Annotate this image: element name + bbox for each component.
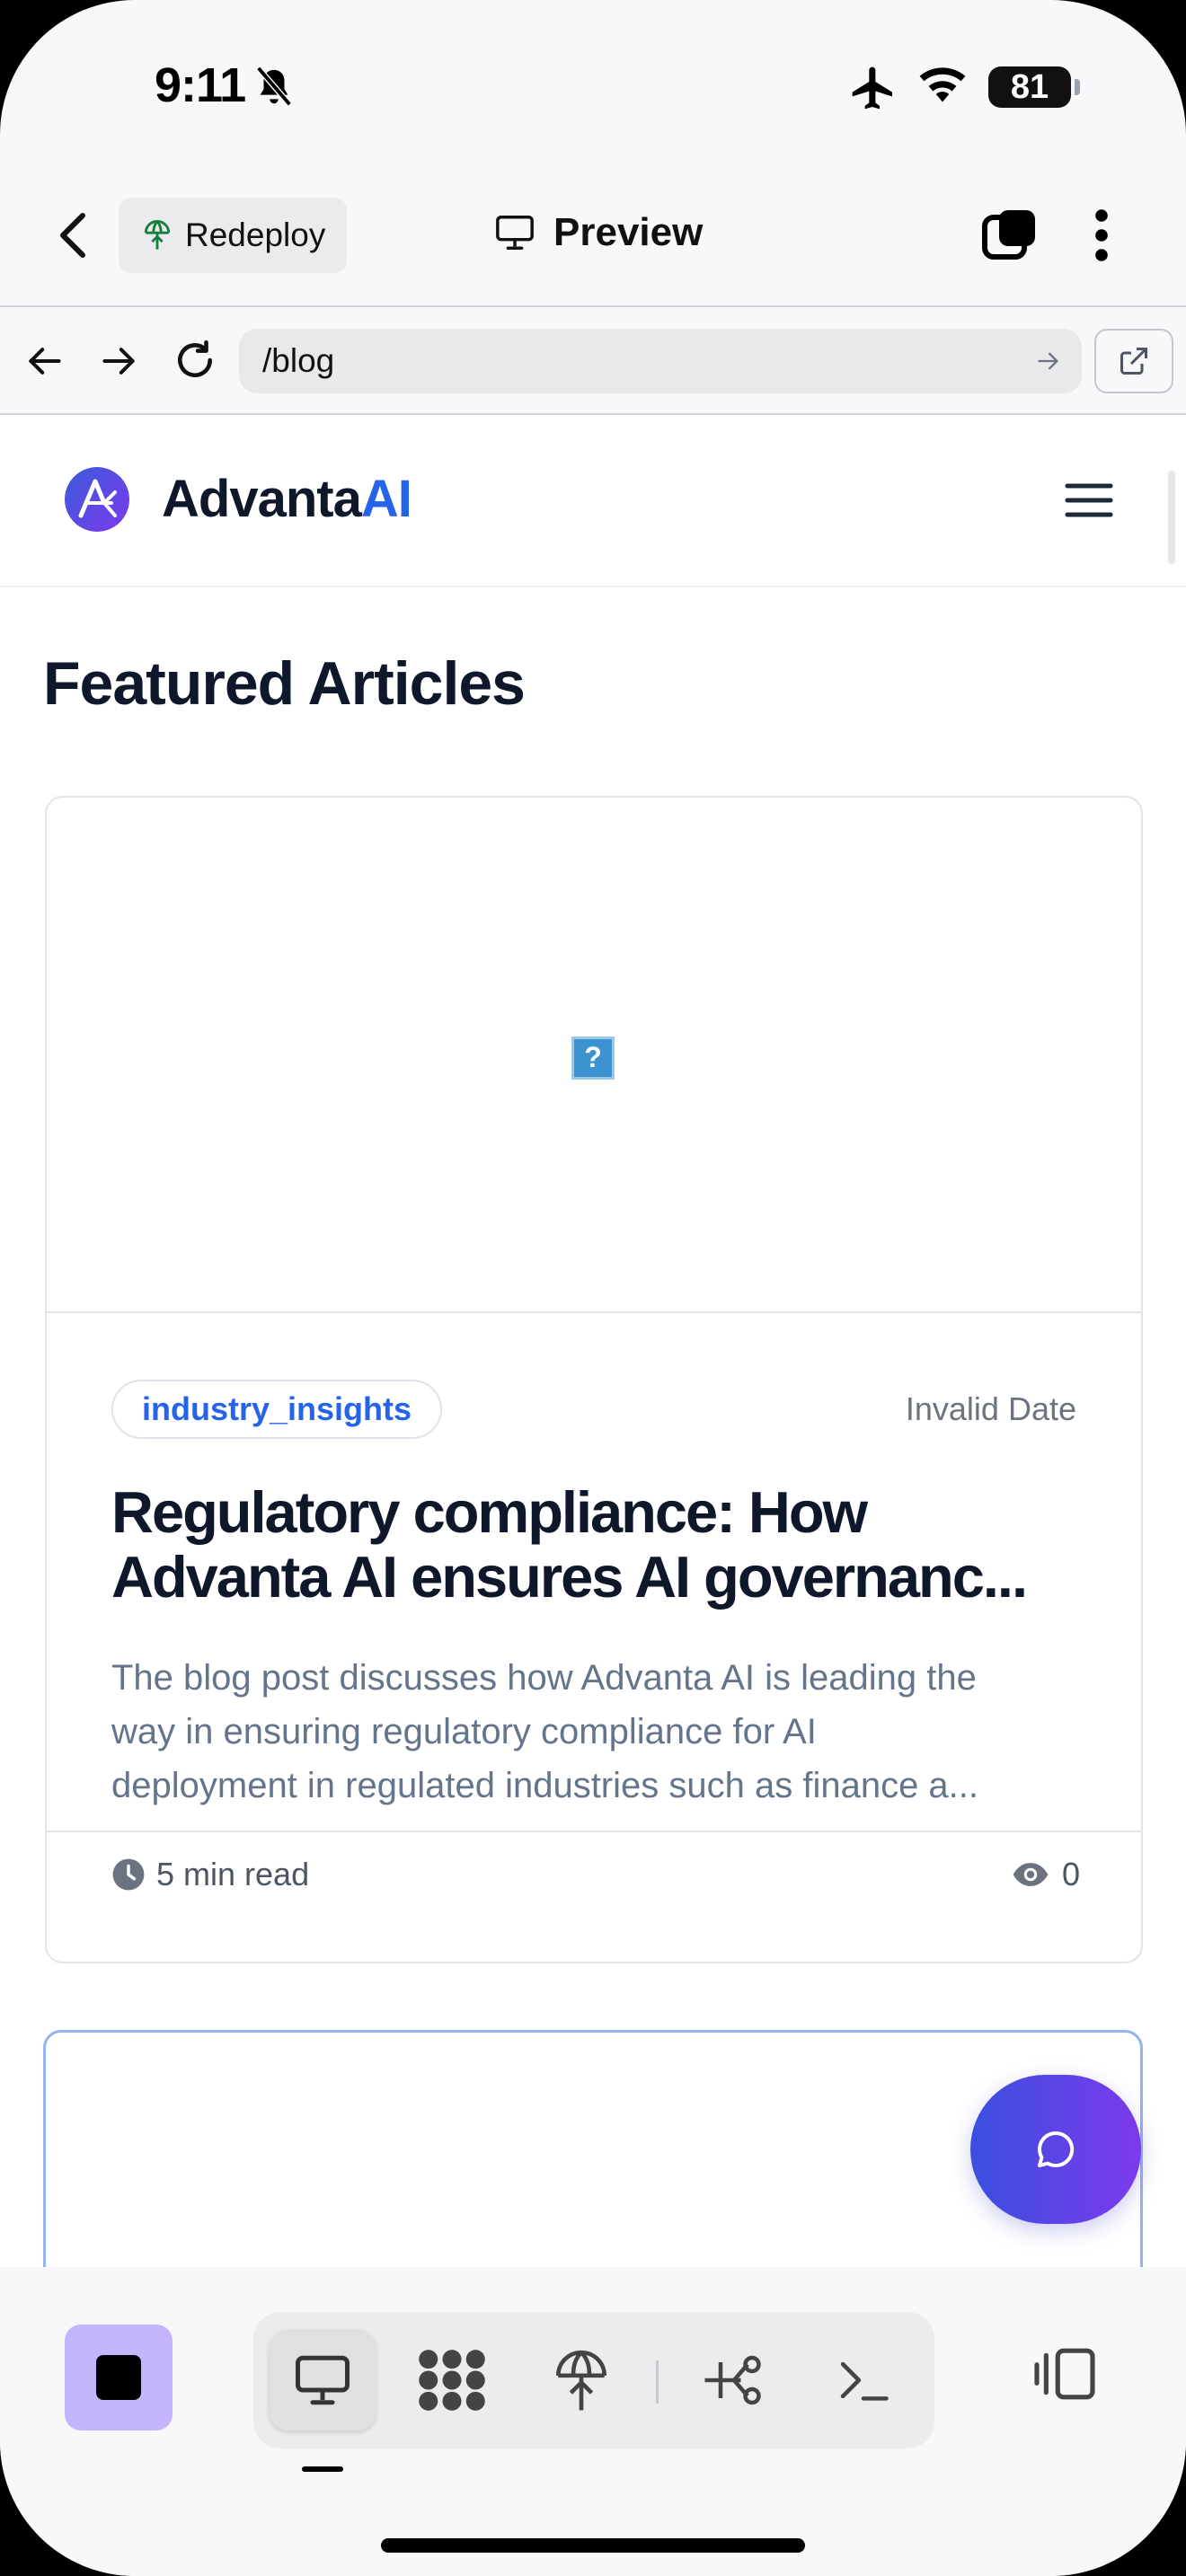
article-title-line: Regulatory compliance: How [111, 1480, 868, 1545]
bottom-toolbar [0, 2267, 1186, 2576]
open-external-button[interactable] [1094, 329, 1173, 393]
url-bar: /blog [0, 305, 1186, 415]
chevron-left-icon[interactable] [56, 210, 92, 260]
article-card[interactable]: ? industry_insights Invalid Date Regulat… [45, 796, 1143, 1963]
monitor-icon [496, 216, 534, 250]
redeploy-button[interactable]: Redeploy [119, 198, 347, 273]
web-page: AdvantaAI Featured Articles ? industry_i… [0, 415, 1186, 2267]
excerpt-line: deployment in regulated industries such … [111, 1766, 979, 1805]
split-view-icon[interactable] [1031, 2346, 1098, 2402]
reload-icon[interactable] [173, 338, 217, 383]
redeploy-label: Redeploy [185, 216, 326, 253]
eye-icon [1013, 1863, 1049, 1886]
airplane-icon [852, 66, 892, 110]
stop-button[interactable] [65, 2325, 173, 2430]
tabs-icon[interactable] [981, 207, 1039, 264]
deploy-icon [555, 2350, 607, 2411]
preview-monitor-icon [296, 2355, 350, 2405]
arrow-right-icon[interactable] [99, 341, 140, 381]
article-excerpt: The blog post discusses how Advanta AI i… [111, 1651, 1082, 1813]
terminal-tab[interactable] [810, 2330, 916, 2430]
preview-title-text: Preview [553, 210, 704, 254]
app-bar: Redeploy Preview [0, 171, 1186, 305]
battery-indicator: 81 [988, 66, 1080, 108]
url-text: /blog [262, 342, 335, 379]
preview-tab[interactable] [270, 2330, 376, 2430]
view-switcher [253, 2312, 934, 2448]
go-arrow-icon[interactable] [1035, 348, 1062, 374]
read-time: 5 min read [111, 1856, 309, 1893]
read-time-text: 5 min read [156, 1856, 310, 1892]
broken-image-icon: ? [571, 1037, 615, 1080]
toolbar-divider [656, 2360, 659, 2404]
excerpt-line: way in ensuring regulatory compliance fo… [111, 1712, 817, 1751]
apps-grid-icon [419, 2350, 485, 2411]
chat-bubble-icon [1038, 2130, 1075, 2167]
external-link-icon [1120, 348, 1147, 375]
deploy-globe-icon [144, 220, 171, 250]
phone-screen: 9:11 81 Redeploy Preview /blog AdvantaAI… [0, 0, 1186, 2576]
chat-button[interactable] [970, 2075, 1141, 2224]
more-vertical-icon[interactable] [1084, 207, 1120, 264]
active-tab-indicator [302, 2466, 343, 2472]
url-input[interactable]: /blog [239, 329, 1082, 393]
advanta-logo-icon[interactable] [65, 467, 129, 532]
site-header: AdvantaAI [0, 415, 1186, 587]
home-indicator [381, 2538, 805, 2553]
deploy-tab[interactable] [528, 2330, 634, 2430]
scrollbar[interactable] [1168, 471, 1175, 564]
site-brand[interactable]: AdvantaAI [162, 469, 412, 529]
category-badge[interactable]: industry_insights [111, 1380, 443, 1439]
article-date: Invalid Date [905, 1390, 1076, 1427]
preview-title: Preview [494, 210, 703, 255]
status-time: 9:11 [155, 58, 246, 112]
clock-icon [112, 1858, 145, 1891]
article-title-line: Advanta AI ensures AI governanc... [111, 1545, 1028, 1610]
view-count: 0 [1012, 1856, 1080, 1893]
menu-icon[interactable] [1064, 480, 1114, 521]
integrations-icon [704, 2355, 761, 2405]
section-title: Featured Articles [43, 649, 526, 718]
stop-icon [96, 2355, 141, 2400]
article-footer: 5 min read 0 [47, 1831, 1141, 1962]
brand-accent: AI [360, 470, 412, 528]
article-title[interactable]: Regulatory compliance: How Advanta AI en… [111, 1480, 1082, 1610]
terminal-icon [840, 2361, 889, 2401]
apps-tab[interactable] [399, 2330, 505, 2430]
excerpt-line: The blog post discusses how Advanta AI i… [111, 1658, 977, 1698]
wifi-icon [919, 67, 966, 102]
status-bar: 9:11 81 [0, 0, 1186, 171]
integrations-tab[interactable] [681, 2330, 787, 2430]
view-count-text: 0 [1061, 1856, 1080, 1892]
brand-main: Advanta [162, 470, 362, 528]
article-image: ? [47, 798, 1141, 1313]
bell-slash-icon [256, 66, 292, 107]
arrow-left-icon[interactable] [23, 341, 65, 381]
